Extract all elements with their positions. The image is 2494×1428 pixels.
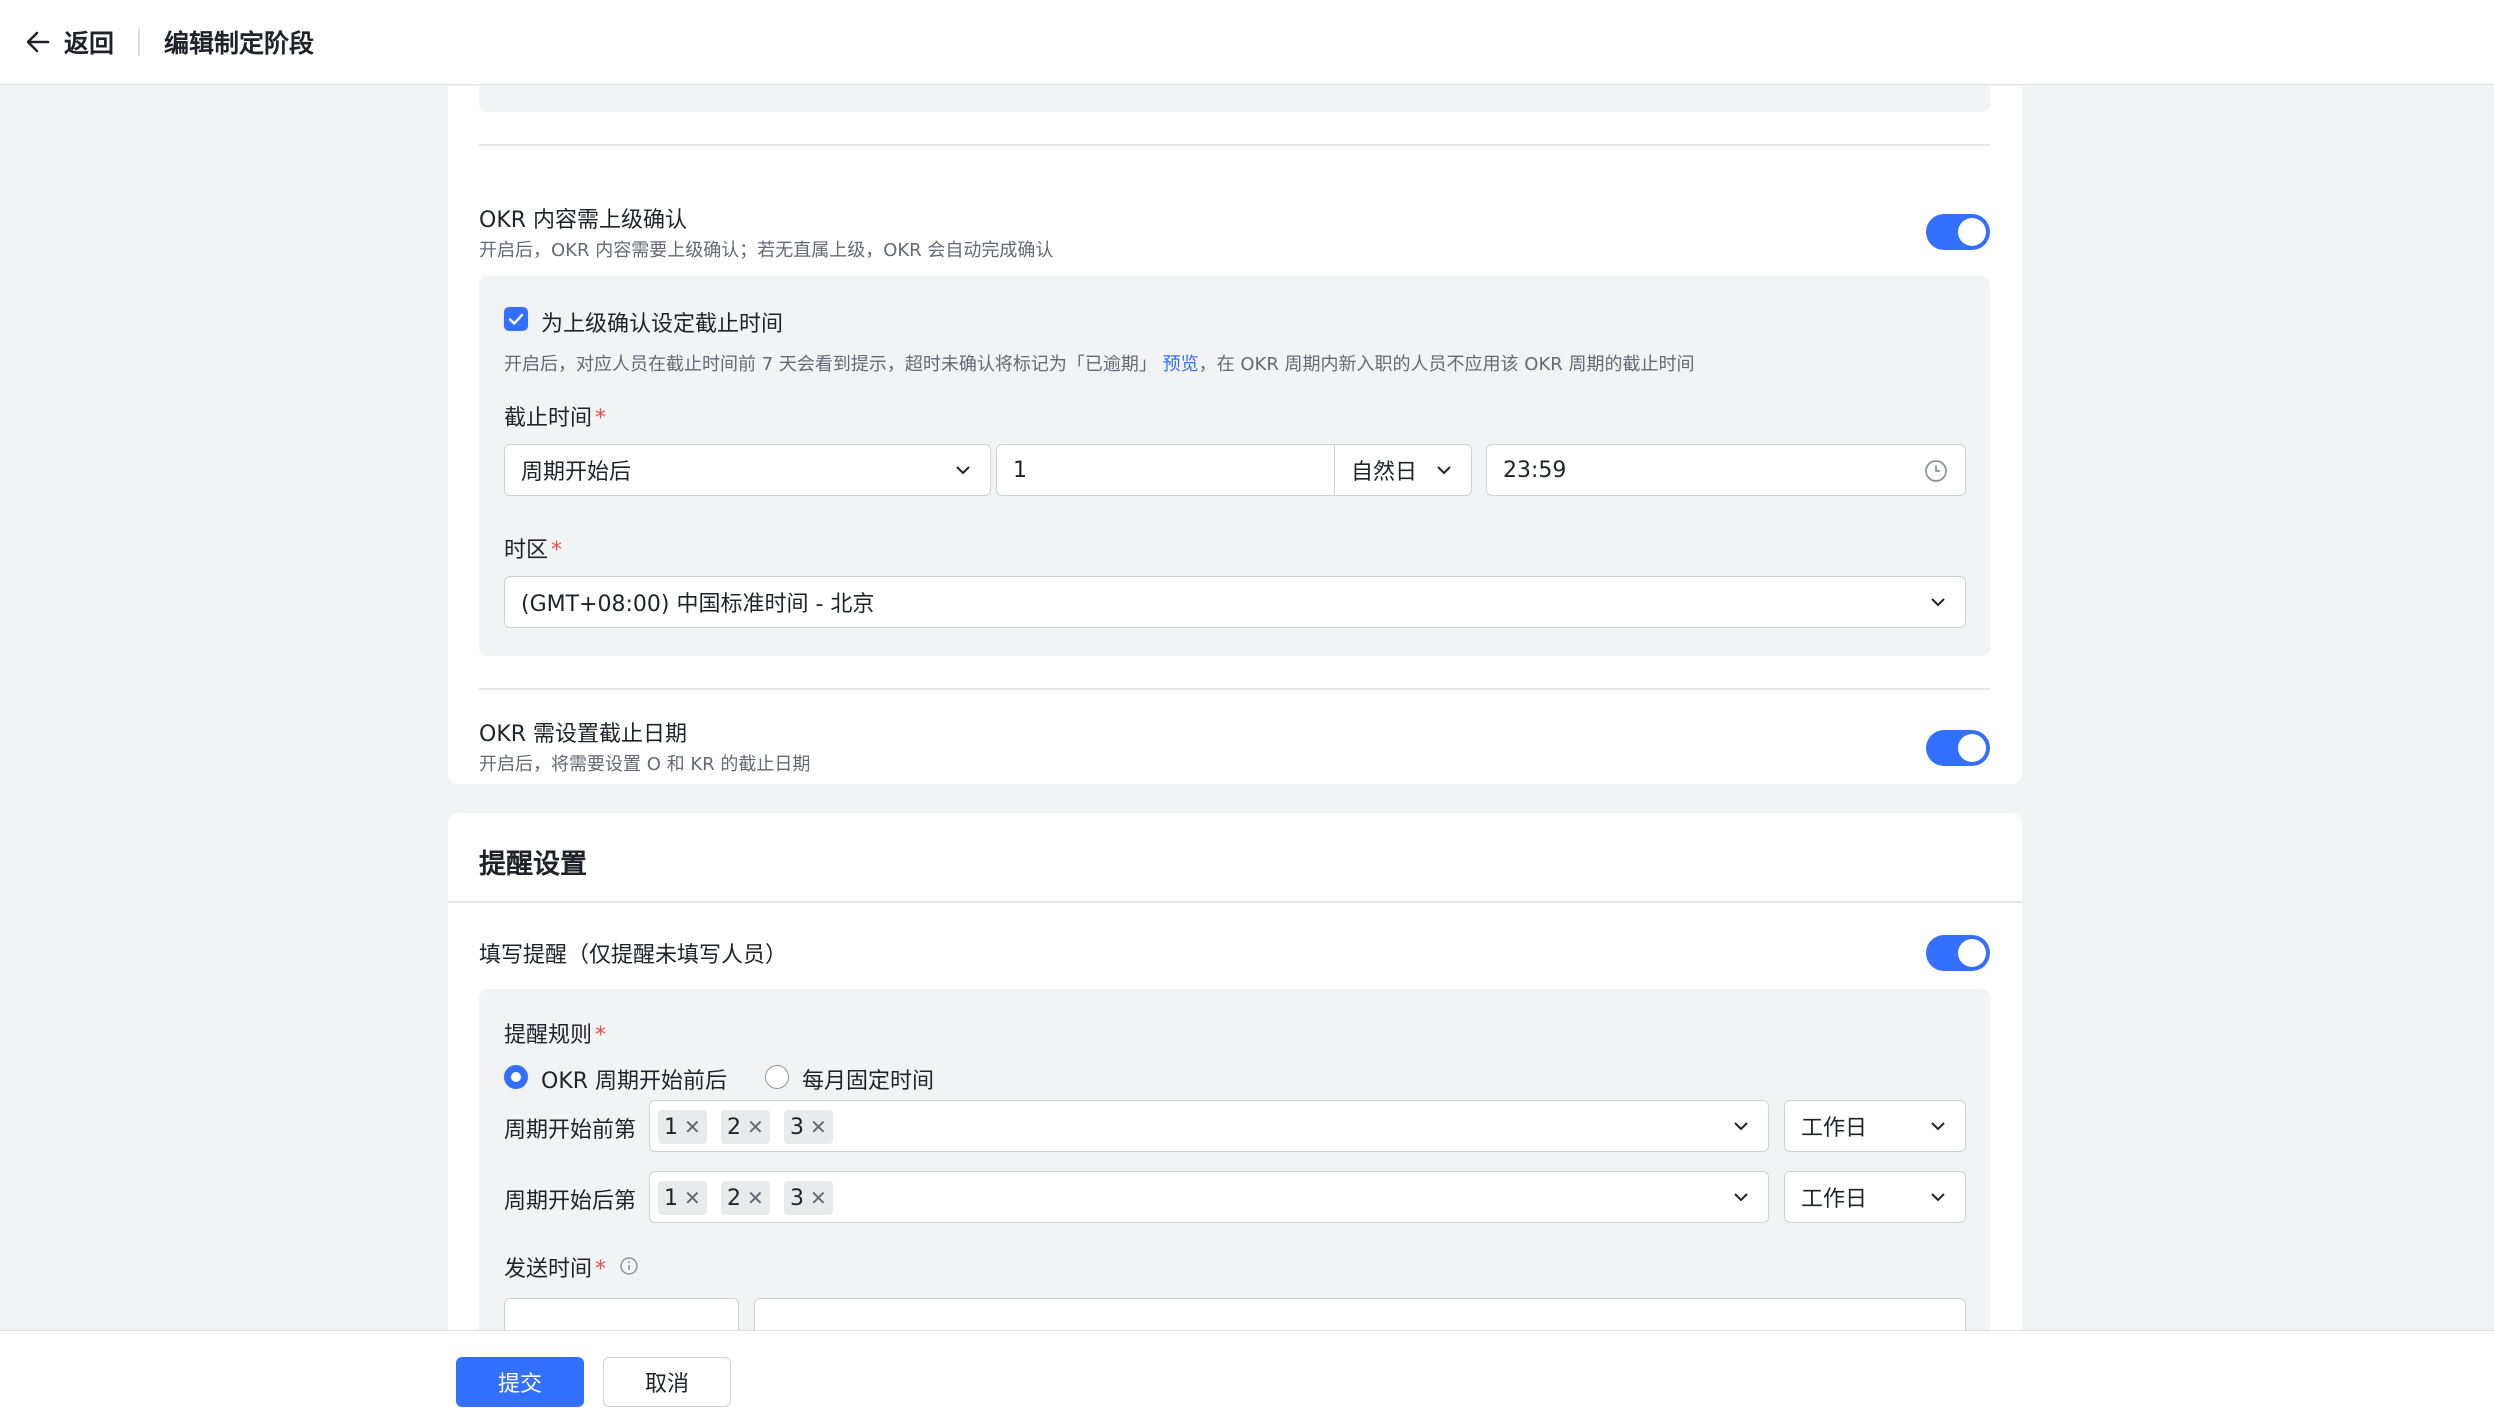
reminder-section-title: 提醒设置 (479, 849, 587, 880)
after-days-select[interactable]: 1 ✕ 2 ✕ 3 ✕ (649, 1171, 1769, 1223)
cancel-button[interactable]: 取消 (603, 1357, 731, 1407)
tag: 1 ✕ (658, 1181, 707, 1215)
send-time-input-partial[interactable] (754, 1298, 1966, 1330)
timezone-label: 时区 * (504, 532, 562, 564)
deadline-anchor-value: 周期开始后 (521, 460, 632, 485)
deadline-hint-suffix: ，在 OKR 周期内新入职的人员不应用该 OKR 周期的截止时间 (1198, 354, 1695, 375)
rule-option-cycle[interactable]: OKR 周期开始前后 (541, 1063, 727, 1095)
required-mark: * (595, 1023, 607, 1048)
close-icon[interactable]: ✕ (810, 1115, 827, 1139)
check-icon (508, 313, 524, 325)
close-icon[interactable]: ✕ (684, 1115, 701, 1139)
previous-panel-bottom (479, 86, 1990, 112)
settings-card: OKR 内容需上级确认 开启后，OKR 内容需要上级确认；若无直属上级，OKR … (448, 86, 2022, 784)
timezone-label-text: 时区 (504, 538, 549, 563)
tag: 2 ✕ (721, 1181, 770, 1215)
tag-value: 1 (664, 1114, 678, 1140)
required-mark: * (551, 538, 563, 563)
tag-value: 3 (790, 1114, 804, 1140)
deadline-amount-input[interactable]: 1 (996, 444, 1336, 496)
info-icon[interactable] (619, 1256, 639, 1276)
reminder-rule-panel: 提醒规则 * OKR 周期开始前后 每月固定时间 周期开始前第 1 ✕ 2 ✕ 3 ✕ … (479, 989, 1990, 1330)
before-label: 周期开始前第 (504, 1118, 637, 1143)
back-label: 返回 (64, 29, 115, 58)
deadline-hint-prefix: 开启后，对应人员在截止时间前 7 天会看到提示，超时未确认将标记为「已逾期」 (504, 354, 1157, 375)
chevron-down-icon (1734, 1122, 1748, 1131)
back-button[interactable]: 返回 (22, 24, 114, 60)
after-unit-value: 工作日 (1801, 1187, 1868, 1212)
close-icon[interactable]: ✕ (684, 1186, 701, 1210)
divider (479, 144, 1990, 146)
tag-value: 3 (790, 1185, 804, 1211)
deadline-amount-value: 1 (1013, 457, 1027, 483)
deadline-time-value: 23:59 (1503, 457, 1567, 483)
deadline-label-text: 截止时间 (504, 406, 593, 431)
rule-label-text: 提醒规则 (504, 1023, 593, 1048)
chevron-down-icon (1931, 1193, 1945, 1202)
deadline-unit-select[interactable]: 自然日 (1334, 444, 1472, 496)
chevron-down-icon (1931, 1122, 1945, 1131)
deadline-time-picker[interactable]: 23:59 (1486, 444, 1966, 496)
close-icon[interactable]: ✕ (810, 1186, 827, 1210)
after-label: 周期开始后第 (504, 1189, 637, 1214)
deadline-hint: 开启后，对应人员在截止时间前 7 天会看到提示，超时未确认将标记为「已逾期」 预… (504, 350, 1694, 376)
tag: 3 ✕ (784, 1181, 833, 1215)
required-mark: * (595, 1257, 607, 1282)
preview-link[interactable]: 预览 (1163, 354, 1199, 375)
timezone-select[interactable]: (GMT+08:00) 中国标准时间 - 北京 (504, 576, 1966, 628)
tag: 3 ✕ (784, 1110, 833, 1144)
tag-value: 2 (727, 1185, 741, 1211)
page-title: 编辑制定阶段 (164, 29, 315, 58)
deadline-checkbox[interactable] (504, 307, 528, 331)
rule-option-monthly[interactable]: 每月固定时间 (802, 1063, 934, 1095)
confirm-deadline-panel: 为上级确认设定截止时间 开启后，对应人员在截止时间前 7 天会看到提示，超时未确… (479, 276, 1990, 656)
header-divider (138, 28, 141, 56)
deadline-checkbox-label: 为上级确认设定截止时间 (541, 312, 784, 337)
send-time-label: 发送时间 * (504, 1251, 606, 1283)
rule-label: 提醒规则 * (504, 1017, 606, 1049)
tag: 2 ✕ (721, 1110, 770, 1144)
clock-icon (1925, 460, 1947, 482)
arrow-left-icon (26, 31, 50, 53)
tag-value: 2 (727, 1114, 741, 1140)
timezone-value: (GMT+08:00) 中国标准时间 - 北京 (521, 592, 875, 617)
after-unit-select[interactable]: 工作日 (1784, 1171, 1966, 1223)
send-time-select-partial[interactable] (504, 1298, 739, 1330)
submit-button[interactable]: 提交 (456, 1357, 584, 1407)
rule-radio-monthly[interactable] (765, 1065, 789, 1089)
okr-confirm-desc: 开启后，OKR 内容需要上级确认；若无直属上级，OKR 会自动完成确认 (479, 240, 1054, 261)
okr-due-desc: 开启后，将需要设置 O 和 KR 的截止日期 (479, 754, 811, 775)
deadline-anchor-select[interactable]: 周期开始后 (504, 444, 991, 496)
top-bar: 返回 编辑制定阶段 (0, 0, 2494, 85)
okr-due-title: OKR 需设置截止日期 (479, 722, 688, 747)
close-icon[interactable]: ✕ (747, 1186, 764, 1210)
rule-radio-cycle[interactable] (504, 1065, 528, 1089)
required-mark: * (595, 406, 607, 431)
deadline-label: 截止时间 * (504, 400, 606, 432)
chevron-down-icon (1734, 1193, 1748, 1202)
chevron-down-icon (1931, 598, 1945, 607)
before-unit-value: 工作日 (1801, 1116, 1868, 1141)
fill-reminder-title: 填写提醒（仅提醒未填写人员） (479, 943, 788, 968)
okr-confirm-toggle[interactable] (1926, 214, 1990, 250)
deadline-unit-value: 自然日 (1351, 460, 1418, 485)
divider (479, 688, 1990, 690)
okr-due-toggle[interactable] (1926, 730, 1990, 766)
fill-reminder-toggle[interactable] (1926, 935, 1990, 971)
footer-bar: 提交 取消 (0, 1330, 2494, 1428)
tag: 1 ✕ (658, 1110, 707, 1144)
chevron-down-icon (1437, 466, 1451, 475)
before-days-select[interactable]: 1 ✕ 2 ✕ 3 ✕ (649, 1100, 1769, 1152)
okr-confirm-title: OKR 内容需上级确认 (479, 208, 688, 233)
divider (448, 901, 2022, 903)
content-scroll[interactable]: OKR 内容需上级确认 开启后，OKR 内容需要上级确认；若无直属上级，OKR … (0, 86, 2494, 1330)
tag-value: 1 (664, 1185, 678, 1211)
chevron-down-icon (956, 466, 970, 475)
close-icon[interactable]: ✕ (747, 1115, 764, 1139)
reminder-card: 提醒设置 填写提醒（仅提醒未填写人员） 提醒规则 * OKR 周期开始前后 每月固… (448, 813, 2022, 1330)
before-unit-select[interactable]: 工作日 (1784, 1100, 1966, 1152)
send-time-label-text: 发送时间 (504, 1257, 593, 1282)
